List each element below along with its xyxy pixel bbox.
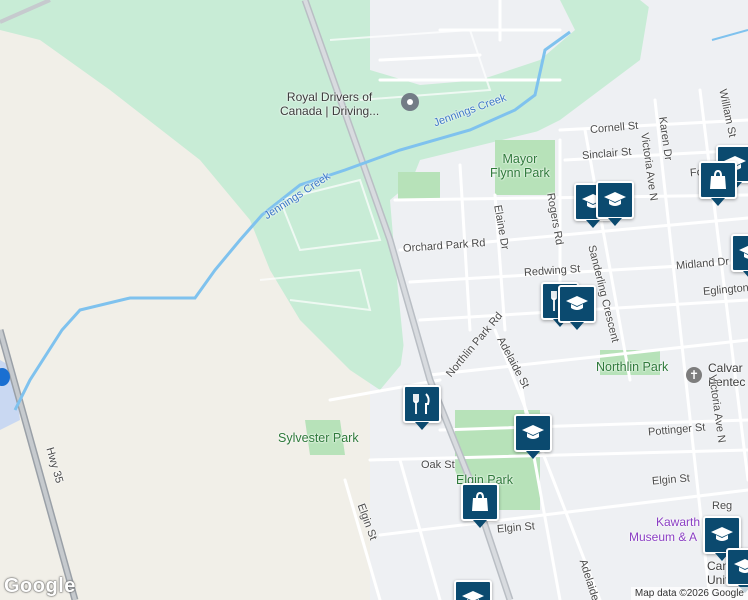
school-marker-9[interactable] [454,580,492,600]
church-cross-icon[interactable]: ✝ [686,367,702,383]
map-base-layer [0,0,748,600]
location-pin-icon[interactable] [401,93,419,111]
school-icon [522,425,544,439]
school-icon [604,192,626,206]
museum-kawartha-line2[interactable]: Museum & A [629,530,697,545]
street-regent: Reg [712,500,733,512]
school-marker-6[interactable] [514,414,552,459]
school-marker-2[interactable] [596,181,634,226]
school-marker-4[interactable] [731,234,748,279]
poi-royal-drivers-line2: Canada | Driving... [280,103,380,118]
school-icon [734,559,748,573]
map-canvas[interactable]: Royal Drivers of Canada | Driving... May… [0,0,748,600]
school-icon [711,527,733,541]
park-northlin-label[interactable]: Northlin Park [596,360,668,374]
shopping-marker-1[interactable] [699,161,737,206]
park-mayor-flynn-line1: Mayor [502,152,538,166]
school-icon [566,296,588,310]
museum-kawartha-line1[interactable]: Kawarth [656,515,700,530]
shopping-bag-icon [472,491,488,511]
google-logo[interactable]: Google [4,575,76,598]
shopping-bag-icon [710,169,726,189]
park-mayor-flynn-label[interactable]: Mayor Flynn Park [490,152,550,181]
poi-royal-drivers-label[interactable]: Royal Drivers of Canada | Driving... [280,90,380,119]
restaurant-marker-2[interactable] [403,385,441,430]
park-sylvester-label[interactable]: Sylvester Park [278,431,359,445]
poi-royal-drivers-line1: Royal Drivers of [286,90,373,104]
shopping-marker-2[interactable] [461,483,499,528]
park-mayor-flynn-line2: Flynn Park [490,166,550,181]
street-oak: Oak St [421,459,455,471]
school-marker-5[interactable] [558,285,596,330]
school-marker-8[interactable] [726,548,748,593]
school-icon [739,245,748,259]
school-icon [462,591,484,600]
restaurant-icon [413,393,430,414]
map-attribution[interactable]: Map data ©2026 Google [630,587,748,600]
